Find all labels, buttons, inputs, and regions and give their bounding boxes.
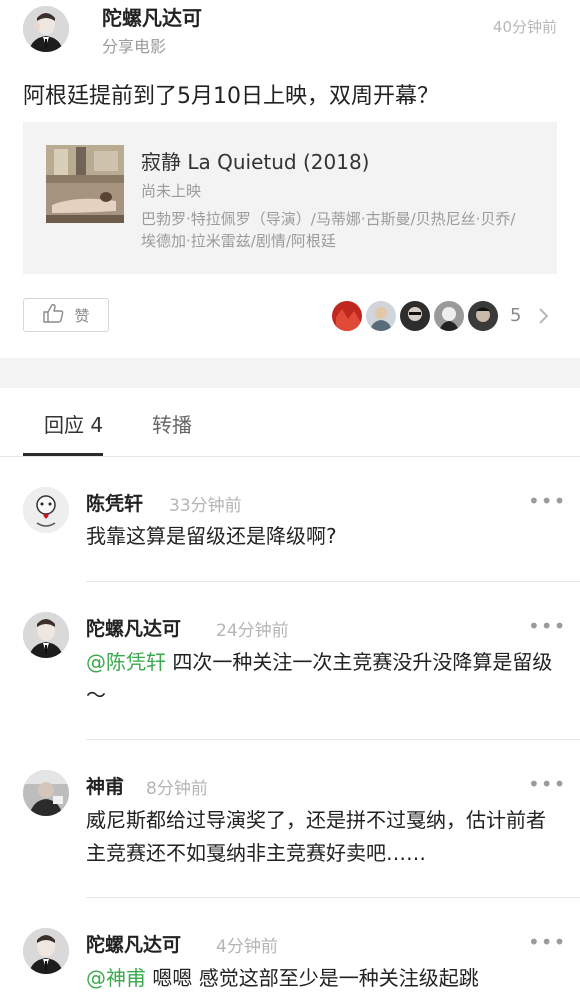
comment-text: @陈凭轩 四次一种关注一次主竞赛没升没降算是留级～ xyxy=(86,646,561,712)
post-text: 阿根廷提前到了5月10日上映，双周开幕？ xyxy=(23,84,439,109)
comment-mention[interactable]: @神甫 xyxy=(86,966,146,990)
more-icon[interactable]: ••• xyxy=(528,772,566,796)
liker-avatar xyxy=(468,301,498,331)
liker-avatar xyxy=(332,301,362,331)
likers-avatars[interactable] xyxy=(332,301,498,331)
section-separator xyxy=(0,358,580,388)
post-author-name[interactable]: 陀螺凡达可 xyxy=(102,2,202,31)
comment-avatar[interactable] xyxy=(23,612,69,658)
comment-author[interactable]: 陀螺凡达可 xyxy=(86,614,181,641)
comment-text: 威尼斯都给过导演奖了，还是拼不过戛纳，估计前者主竞赛还不如戛纳非主竞赛好卖吧…… xyxy=(86,804,561,870)
comment-author[interactable]: 神甫 xyxy=(86,772,124,799)
comment-body: 嗯嗯 感觉这部至少是一种关注级起跳 xyxy=(146,966,479,990)
tabs-divider xyxy=(0,456,580,457)
comment-avatar[interactable] xyxy=(23,770,69,816)
likers-count[interactable]: 5 xyxy=(510,305,521,326)
comment-divider xyxy=(86,739,580,740)
comment-mention[interactable]: @陈凭轩 xyxy=(86,650,166,674)
comment-author[interactable]: 陈凭轩 xyxy=(86,489,143,516)
comment-text: @神甫 嗯嗯 感觉这部至少是一种关注级起跳 xyxy=(86,962,561,995)
tab-replies[interactable]: 回应 4 xyxy=(44,409,103,438)
comment-author[interactable]: 陀螺凡达可 xyxy=(86,930,181,957)
more-icon[interactable]: ••• xyxy=(528,614,566,638)
more-icon[interactable]: ••• xyxy=(528,489,566,513)
comment-body: 威尼斯都给过导演奖了，还是拼不过戛纳，估计前者主竞赛还不如戛纳非主竞赛好卖吧…… xyxy=(86,808,546,865)
comment-divider xyxy=(86,581,580,582)
more-icon[interactable]: ••• xyxy=(528,930,566,954)
comment-time: 24分钟前 xyxy=(216,621,289,641)
movie-status: 尚未上映 xyxy=(141,182,202,200)
like-button[interactable]: 赞 xyxy=(23,298,109,332)
comment-body: 我靠这算是留级还是降级啊? xyxy=(86,524,337,548)
comment-text: 我靠这算是留级还是降级啊? xyxy=(86,520,561,553)
post-action: 分享电影 xyxy=(102,37,167,56)
comment-avatar[interactable] xyxy=(23,487,69,533)
liker-avatar xyxy=(366,301,396,331)
liker-avatar xyxy=(434,301,464,331)
post-time: 40分钟前 xyxy=(492,18,557,36)
movie-credits: 巴勃罗·特拉佩罗（导演）/马蒂娜·古斯曼/贝热尼丝·贝乔/埃德加·拉米雷兹/剧情… xyxy=(141,210,516,250)
comment-time: 8分钟前 xyxy=(146,779,208,799)
liker-avatar xyxy=(400,301,430,331)
like-label: 赞 xyxy=(74,306,90,325)
comment-avatar[interactable] xyxy=(23,928,69,974)
chevron-right-icon[interactable] xyxy=(536,306,550,330)
comment-divider xyxy=(86,897,580,898)
thumbs-up-icon xyxy=(42,303,64,327)
movie-title: 寂静 La Quietud (2018) xyxy=(141,150,370,174)
movie-poster xyxy=(46,145,124,223)
comment-time: 33分钟前 xyxy=(169,496,242,516)
movie-card[interactable]: 寂静 La Quietud (2018) 尚未上映 巴勃罗·特拉佩罗（导演）/马… xyxy=(23,122,557,274)
post-author-avatar[interactable] xyxy=(23,6,69,52)
comment-time: 4分钟前 xyxy=(216,937,278,957)
tab-reshares[interactable]: 转播 xyxy=(152,409,192,438)
